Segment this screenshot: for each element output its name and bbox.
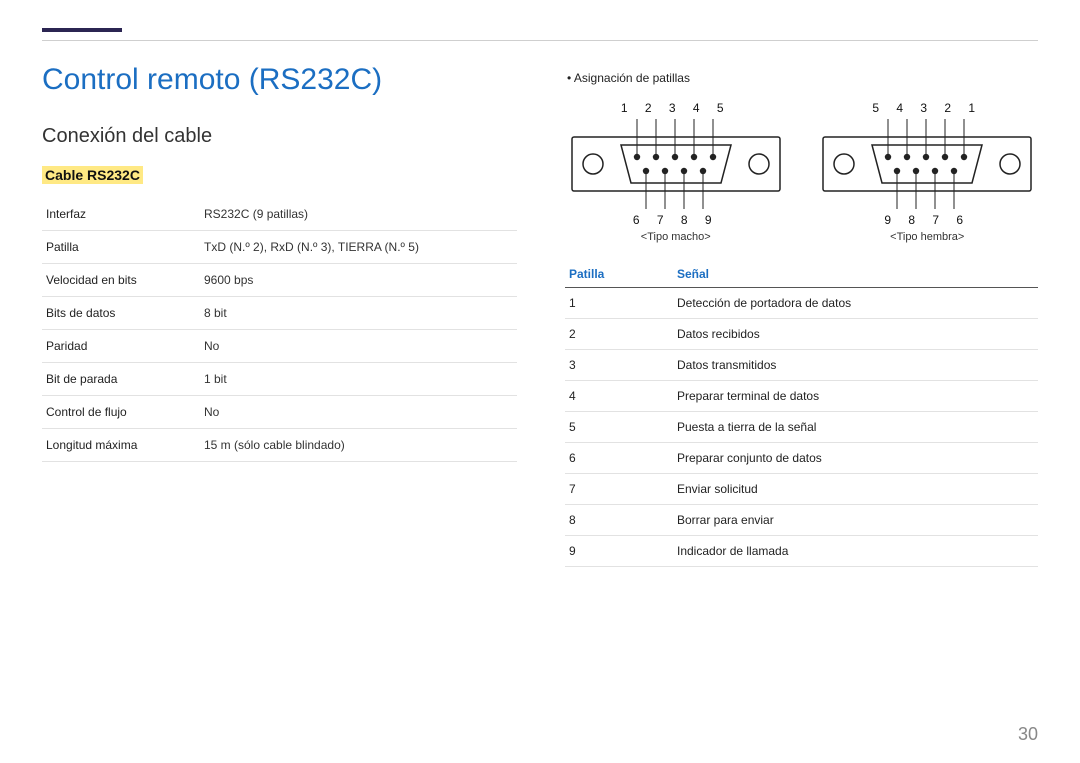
signal-pin: 2 xyxy=(565,319,673,350)
table-row: Control de flujoNo xyxy=(42,396,517,429)
pin-numbers-top: 5 4 3 2 1 xyxy=(817,101,1039,115)
spec-value: 8 bit xyxy=(200,297,517,330)
connector-caption: <Tipo macho> xyxy=(565,231,787,243)
connector-female: 5 4 3 2 1 9 8 7 6 <Tipo hembra> xyxy=(817,99,1039,243)
signal-pin: 8 xyxy=(565,505,673,536)
connector-caption: <Tipo hembra> xyxy=(817,231,1039,243)
spec-value: 9600 bps xyxy=(200,264,517,297)
signal-pin: 3 xyxy=(565,350,673,381)
table-row: 6Preparar conjunto de datos xyxy=(565,443,1038,474)
signal-header-sig: Señal xyxy=(673,261,1038,288)
signal-name: Enviar solicitud xyxy=(673,474,1038,505)
spec-key: Paridad xyxy=(42,330,200,363)
pin-numbers-bottom: 9 8 7 6 xyxy=(817,213,1039,227)
signal-pin: 4 xyxy=(565,381,673,412)
signal-name: Puesta a tierra de la señal xyxy=(673,412,1038,443)
signal-name: Datos transmitidos xyxy=(673,350,1038,381)
spec-table: InterfazRS232C (9 patillas) PatillaTxD (… xyxy=(42,198,517,462)
spec-value: TxD (N.º 2), RxD (N.º 3), TIERRA (N.º 5) xyxy=(200,231,517,264)
spec-key: Longitud máxima xyxy=(42,429,200,462)
table-row: 8Borrar para enviar xyxy=(565,505,1038,536)
table-row: Bits de datos8 bit xyxy=(42,297,517,330)
table-row: 2Datos recibidos xyxy=(565,319,1038,350)
signal-name: Borrar para enviar xyxy=(673,505,1038,536)
signal-header-pin: Patilla xyxy=(565,261,673,288)
subsection-heading: Cable RS232C xyxy=(42,166,143,184)
db9-male-icon xyxy=(571,119,781,209)
table-row: 7Enviar solicitud xyxy=(565,474,1038,505)
connector-diagrams: 1 2 3 4 5 xyxy=(565,99,1038,243)
header-rule xyxy=(42,40,1038,41)
spec-key: Interfaz xyxy=(42,198,200,231)
spec-value: 15 m (sólo cable blindado) xyxy=(200,429,517,462)
spec-value: No xyxy=(200,330,517,363)
signal-pin: 9 xyxy=(565,536,673,567)
signal-pin: 5 xyxy=(565,412,673,443)
signal-name: Detección de portadora de datos xyxy=(673,288,1038,319)
left-column: Control remoto (RS232C) Conexión del cab… xyxy=(42,63,517,567)
signal-name: Indicador de llamada xyxy=(673,536,1038,567)
signal-name: Preparar conjunto de datos xyxy=(673,443,1038,474)
spec-key: Patilla xyxy=(42,231,200,264)
table-row: 3Datos transmitidos xyxy=(565,350,1038,381)
connector-male: 1 2 3 4 5 xyxy=(565,99,787,243)
table-row: 9Indicador de llamada xyxy=(565,536,1038,567)
header-accent-bar xyxy=(42,28,122,32)
section-heading: Conexión del cable xyxy=(42,125,517,148)
spec-value: RS232C (9 patillas) xyxy=(200,198,517,231)
spec-value: No xyxy=(200,396,517,429)
table-row: Bit de parada1 bit xyxy=(42,363,517,396)
table-row: 4Preparar terminal de datos xyxy=(565,381,1038,412)
spec-value: 1 bit xyxy=(200,363,517,396)
spec-key: Velocidad en bits xyxy=(42,264,200,297)
signal-name: Preparar terminal de datos xyxy=(673,381,1038,412)
spec-key: Bits de datos xyxy=(42,297,200,330)
table-row: Velocidad en bits9600 bps xyxy=(42,264,517,297)
table-row: 1Detección de portadora de datos xyxy=(565,288,1038,319)
signal-name: Datos recibidos xyxy=(673,319,1038,350)
pin-numbers-top: 1 2 3 4 5 xyxy=(565,101,787,115)
spec-key: Control de flujo xyxy=(42,396,200,429)
page-number: 30 xyxy=(1018,724,1038,745)
right-column: Asignación de patillas 1 2 3 4 5 xyxy=(565,63,1038,567)
table-row: PatillaTxD (N.º 2), RxD (N.º 3), TIERRA … xyxy=(42,231,517,264)
bullet-assignment: Asignación de patillas xyxy=(567,71,1038,85)
pin-numbers-bottom: 6 7 8 9 xyxy=(565,213,787,227)
db9-female-icon xyxy=(822,119,1032,209)
table-row: Longitud máxima15 m (sólo cable blindado… xyxy=(42,429,517,462)
spec-key: Bit de parada xyxy=(42,363,200,396)
table-row: ParidadNo xyxy=(42,330,517,363)
signal-pin: 7 xyxy=(565,474,673,505)
page-title: Control remoto (RS232C) xyxy=(42,63,517,97)
signal-table: Patilla Señal 1Detección de portadora de… xyxy=(565,261,1038,567)
table-row: InterfazRS232C (9 patillas) xyxy=(42,198,517,231)
signal-pin: 6 xyxy=(565,443,673,474)
table-row: 5Puesta a tierra de la señal xyxy=(565,412,1038,443)
signal-pin: 1 xyxy=(565,288,673,319)
